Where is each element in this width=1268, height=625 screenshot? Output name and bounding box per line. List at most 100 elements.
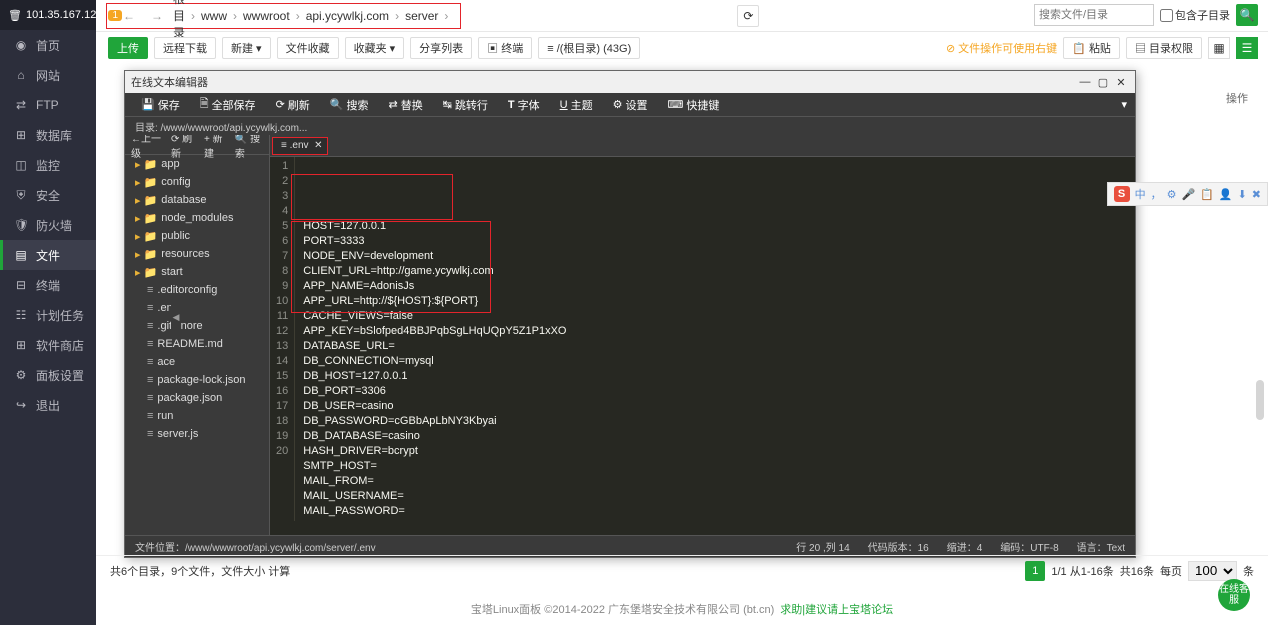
new-button[interactable]: 新建 ▾: [222, 37, 271, 59]
sidebar-label: 网站: [36, 67, 60, 84]
ed-fast[interactable]: ⌨ 快捷键: [659, 97, 727, 113]
upload-button[interactable]: 上传: [108, 37, 148, 59]
terminal-button[interactable]: ▣ 终端: [478, 37, 532, 59]
ops-header: 操作: [1226, 90, 1248, 106]
file-icon: ≡: [147, 374, 153, 386]
fab-support[interactable]: 在线客服: [1218, 579, 1250, 611]
ed-font[interactable]: T 字体: [500, 97, 548, 113]
tree-back[interactable]: ←上一级: [131, 135, 163, 160]
sidebar-item-2[interactable]: ⇄FTP: [0, 90, 96, 120]
editor-status: 文件位置：/www/wwwroot/api.ycywlkj.com/server…: [125, 535, 1135, 557]
dirsize-button[interactable]: ≡ /(根目录) (43G): [538, 37, 640, 59]
ed-theme[interactable]: U 主题: [552, 97, 601, 113]
sidebar-label: 防火墙: [36, 217, 72, 234]
view-grid-icon[interactable]: ▦: [1208, 37, 1230, 59]
fav-button[interactable]: 文件收藏: [277, 37, 339, 59]
forum-link[interactable]: 求助|建议请上宝塔论坛: [774, 604, 893, 616]
ed-save[interactable]: 💾 保存: [133, 97, 188, 113]
sidebar-item-5[interactable]: ⛨安全: [0, 180, 96, 210]
tree-item[interactable]: ≡ .gitignore: [125, 317, 269, 335]
ed-set[interactable]: ⚙ 设置: [605, 97, 656, 113]
page-1[interactable]: 1: [1025, 561, 1045, 581]
tree-item[interactable]: ▸ 📁 public: [125, 227, 269, 245]
remote-dl-button[interactable]: 远程下载: [154, 37, 216, 59]
tree-item[interactable]: ≡ .editorconfig: [125, 281, 269, 299]
tree-item[interactable]: ≡ ace: [125, 353, 269, 371]
sidebar-item-0[interactable]: ◉首页: [0, 30, 96, 60]
sidebar-icon: ⚙: [14, 368, 28, 382]
tree-item[interactable]: ▸ 📁 config: [125, 173, 269, 191]
crumb[interactable]: www: [199, 9, 229, 23]
ime-btn[interactable]: 中: [1135, 186, 1146, 202]
scrollbar-thumb[interactable]: [1256, 380, 1264, 420]
tree-new[interactable]: + 新建: [204, 135, 227, 160]
crumb[interactable]: wwwroot: [241, 9, 292, 23]
ime-btn[interactable]: ⬇: [1238, 188, 1247, 201]
ime-btn[interactable]: ✖: [1252, 188, 1261, 201]
favbox-button[interactable]: 收藏夹 ▾: [345, 37, 405, 59]
view-list-icon[interactable]: ☰: [1236, 37, 1258, 59]
tree-item[interactable]: ▸ 📁 resources: [125, 245, 269, 263]
sidebar-item-6[interactable]: 🛡 防火墙: [0, 210, 96, 240]
nav-back-icon[interactable]: ←: [115, 9, 143, 23]
tree-item[interactable]: ▸ 📁 start: [125, 263, 269, 281]
folder-icon: ▸ 📁: [135, 158, 157, 171]
tree-item[interactable]: ≡ package.json: [125, 389, 269, 407]
tree-item[interactable]: ≡ server.js: [125, 425, 269, 443]
tree-item[interactable]: ≡ run: [125, 407, 269, 425]
tree-refresh[interactable]: ⟳ 刷新: [171, 135, 196, 160]
ime-btn[interactable]: 🎤: [1181, 188, 1195, 201]
close-icon[interactable]: ✕: [1113, 75, 1129, 89]
sidebar-icon: ⌂: [14, 68, 28, 82]
search-go-button[interactable]: 🔍: [1236, 4, 1258, 26]
sidebar-item-3[interactable]: ⊞数据库: [0, 120, 96, 150]
tab-close-icon[interactable]: ✕: [314, 140, 322, 151]
ed-saveall[interactable]: 🗎 全部保存: [192, 95, 264, 114]
tree-item[interactable]: ▸ 📁 node_modules: [125, 209, 269, 227]
search-input[interactable]: [1034, 4, 1154, 26]
sidebar-item-8[interactable]: ⊟终端: [0, 270, 96, 300]
page-size-select[interactable]: 100: [1188, 561, 1237, 581]
tree-item[interactable]: ≡ .env: [125, 299, 269, 317]
ed-search[interactable]: 🔍 搜索: [322, 97, 377, 113]
perm-button[interactable]: ▤ 目录权限: [1126, 37, 1202, 59]
refresh-icon[interactable]: ⟳: [737, 5, 759, 27]
sidebar-item-7[interactable]: ▤文件: [0, 240, 96, 270]
ime-btn[interactable]: 📋: [1200, 188, 1214, 201]
ed-replace[interactable]: ⇄ 替换: [380, 97, 430, 113]
warn-text: ⊘ 文件操作可使用右键: [946, 40, 1057, 56]
sidebar-icon: ◉: [14, 38, 28, 52]
sidebar-label: 文件: [36, 247, 60, 264]
tree-find[interactable]: 🔍 搜索: [235, 135, 263, 160]
sidebar-item-1[interactable]: ⌂ 网站: [0, 60, 96, 90]
sidebar-item-10[interactable]: ⊞软件商店: [0, 330, 96, 360]
include-subdir-checkbox[interactable]: 包含子目录: [1160, 7, 1230, 23]
crumb[interactable]: api.ycywlkj.com: [304, 9, 391, 23]
min-icon[interactable]: —: [1077, 75, 1093, 89]
share-list-button[interactable]: 分享列表: [410, 37, 472, 59]
sidebar-item-12[interactable]: ↪退出: [0, 390, 96, 420]
tree-item[interactable]: ▸ 📁 database: [125, 191, 269, 209]
tab-env[interactable]: ≡ .env ✕: [272, 137, 328, 155]
sidebar-label: 安全: [36, 187, 60, 204]
sidebar-item-9[interactable]: ☷计划任务: [0, 300, 96, 330]
ime-btn[interactable]: 👤: [1219, 188, 1233, 201]
file-icon: ≡: [147, 428, 153, 440]
ime-btn[interactable]: ，: [1151, 186, 1162, 202]
max-icon[interactable]: ▢: [1095, 75, 1111, 89]
crumb[interactable]: server: [403, 9, 440, 23]
tree-item[interactable]: ≡ package-lock.json: [125, 371, 269, 389]
nav-fwd-icon[interactable]: →: [143, 9, 171, 23]
ime-btn[interactable]: ⚙: [1167, 188, 1177, 201]
sidebar-item-4[interactable]: ◫监控: [0, 150, 96, 180]
ed-goto[interactable]: ↹ 跳转行: [435, 97, 496, 113]
code-area[interactable]: 1 2 3 4 5 6 7 8 9 10 11 12 13 14 15 16 1…: [270, 157, 1135, 535]
ed-menu-icon[interactable]: ▾: [1121, 98, 1127, 111]
tree-collapse-icon[interactable]: ◀: [171, 300, 181, 334]
sidebar-item-11[interactable]: ⚙面板设置: [0, 360, 96, 390]
breadcrumb: ← → 根目录 ›www›wwwroot›api.ycywlkj.com›ser…: [106, 3, 461, 29]
tree-item[interactable]: ≡ README.md: [125, 335, 269, 353]
sidebar-icon: 🛡: [14, 218, 28, 232]
paste-button[interactable]: 📋 粘贴: [1063, 37, 1120, 59]
ed-refresh[interactable]: ⟳ 刷新: [268, 97, 318, 113]
